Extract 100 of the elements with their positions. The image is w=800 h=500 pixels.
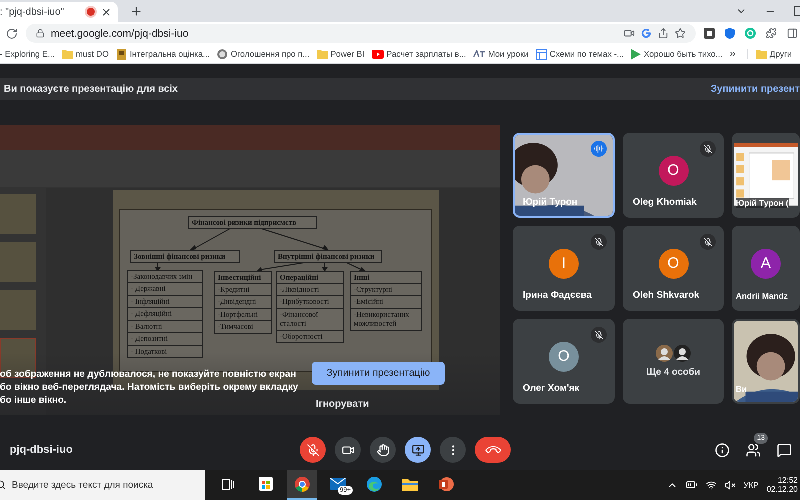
participant-tile[interactable]: A Andrii Mandz	[732, 226, 800, 311]
store-icon	[259, 477, 273, 491]
participant-name: Юрій Турон (	[736, 198, 789, 208]
warning-message: об зображення не дублювалося, не показуйте повністю екран бо вікно веб-переглядача. Натомість виберіть окрему вкладку бо інше вікно.	[0, 368, 298, 407]
close-icon[interactable]	[101, 6, 112, 18]
slide-thumbnail[interactable]	[0, 290, 36, 330]
info-icon	[715, 442, 730, 458]
folder-icon	[756, 49, 767, 59]
mic-off-icon	[306, 444, 320, 456]
share-icon[interactable]	[658, 28, 669, 39]
reload-icon[interactable]	[6, 28, 18, 40]
chat-icon	[777, 442, 792, 458]
address-bar[interactable]: meet.google.com/pjq-dbsi-iuo	[26, 24, 696, 43]
hang-up-button[interactable]	[475, 437, 511, 463]
avatar-initial: O	[549, 342, 579, 372]
bookmark-item[interactable]: Power BI	[316, 49, 365, 59]
bookmark-item[interactable]: Мои уроки	[473, 49, 529, 59]
arrow	[189, 228, 230, 250]
edge-icon	[366, 476, 382, 492]
keyboard-language[interactable]: УКР	[744, 480, 759, 490]
raise-hand-button[interactable]	[370, 437, 396, 463]
logo-icon	[473, 50, 486, 58]
folder-icon	[402, 478, 418, 490]
arrow	[322, 262, 328, 272]
banner-message: Ви показуєте презентацію для всіх	[4, 84, 178, 94]
meeting-code: pjq-dbsi-iuo	[10, 444, 74, 456]
camera-icon[interactable]	[624, 28, 635, 39]
avatar-initial: A	[751, 248, 781, 278]
folder-icon	[62, 49, 73, 59]
participant-tile[interactable]: O Oleg Khomiak	[623, 133, 724, 218]
ignore-button[interactable]: Ігнорувати	[316, 399, 370, 410]
seal-icon	[217, 48, 228, 60]
browser-icon	[294, 476, 310, 492]
new-tab-icon[interactable]	[130, 5, 143, 18]
video-play-icon	[372, 50, 384, 58]
participant-name: Ви	[736, 384, 748, 394]
battery-icon[interactable]	[686, 479, 698, 491]
volume-muted-icon[interactable]	[724, 480, 736, 490]
avatar-icon	[674, 345, 691, 362]
present-button[interactable]	[405, 437, 431, 463]
arrow	[344, 262, 366, 271]
bookmark-item[interactable]: must DO	[62, 49, 109, 59]
slide-thumbnail[interactable]	[0, 242, 36, 282]
task-view-icon	[222, 478, 234, 490]
avatar-initial: O	[658, 248, 688, 278]
table-icon	[536, 48, 547, 60]
lock-icon	[36, 29, 45, 38]
camera-button[interactable]	[335, 437, 361, 463]
avatar-initial: I	[549, 248, 579, 278]
taskbar-app[interactable]	[287, 470, 317, 500]
camera-icon	[342, 444, 354, 456]
browser-tab[interactable]: : "pjq-dbsi-iuo"	[0, 2, 118, 22]
shield-icon[interactable]	[725, 28, 735, 39]
participant-name: Oleg Khomiak	[633, 197, 697, 208]
arrow	[262, 228, 330, 250]
stop-presenting-link[interactable]: Зупинити презент	[710, 84, 800, 94]
bookmark-star-icon[interactable]	[675, 28, 686, 39]
more-participants-label: Ще 4 особи	[646, 367, 700, 378]
tab-title: : "pjq-dbsi-iuo"	[0, 6, 66, 18]
bookmark-item[interactable]: Інтегральна оцінка...	[116, 48, 210, 60]
avatar-initial: O	[658, 156, 688, 186]
search-field[interactable]: Введите здесь текст для поиска	[0, 470, 205, 500]
microphone-button[interactable]	[300, 437, 326, 463]
slide-thumbnail[interactable]	[0, 194, 36, 234]
present-screen-icon	[412, 444, 424, 456]
bookmark-item[interactable]: Оголошення про п...	[217, 48, 310, 60]
participants-button[interactable]	[746, 442, 761, 458]
participant-name: Юрій Турон	[523, 197, 578, 208]
bookmark-item[interactable]: - Exploring E...	[0, 49, 55, 59]
info-button[interactable]	[715, 442, 730, 458]
more-bookmarks-icon[interactable]: »	[730, 48, 736, 60]
folder-icon	[316, 49, 328, 59]
wifi-icon[interactable]	[706, 480, 717, 490]
participant-tile[interactable]: I Ірина Фадєєва	[513, 226, 615, 311]
avatar-icon	[656, 345, 673, 362]
bookmark-item[interactable]: Хорошо быть тихо...	[631, 48, 723, 60]
search-placeholder: Введите здесь текст для поиска	[12, 480, 154, 490]
clock[interactable]: 12:52 02.12.20	[766, 476, 798, 494]
play-icon	[631, 48, 641, 60]
window-icon[interactable]	[794, 6, 800, 16]
participant-name: Ірина Фадєєва	[523, 290, 592, 301]
stop-presenting-button[interactable]: Зупинити презентацію	[312, 362, 445, 385]
participant-tile[interactable]: Юрій Турон (	[732, 133, 800, 218]
extension-icon[interactable]	[704, 28, 715, 39]
participant-name: Oleh Shkvarok	[633, 290, 700, 301]
bookmark-item[interactable]: Схеми по темах -...	[536, 48, 624, 60]
participant-name: Andrii Mandz	[736, 291, 788, 301]
google-icon[interactable]	[641, 28, 652, 39]
document-icon	[116, 48, 127, 60]
participant-tile[interactable]: O Олег Хом'як	[513, 319, 615, 404]
chat-button[interactable]	[777, 442, 792, 458]
presentation-app-icon	[438, 476, 454, 492]
bookmark-item[interactable]: Други	[746, 49, 792, 59]
people-icon	[746, 442, 761, 458]
bookmark-item[interactable]: Расчет зарплаты в...	[372, 49, 466, 59]
side-panel-icon[interactable]	[787, 28, 798, 39]
extensions-icon[interactable]	[766, 28, 777, 39]
hand-icon	[376, 444, 390, 456]
participant-tile[interactable]: Ще 4 особи	[623, 319, 724, 404]
participant-tile[interactable]: O Oleh Shkvarok	[623, 226, 724, 311]
